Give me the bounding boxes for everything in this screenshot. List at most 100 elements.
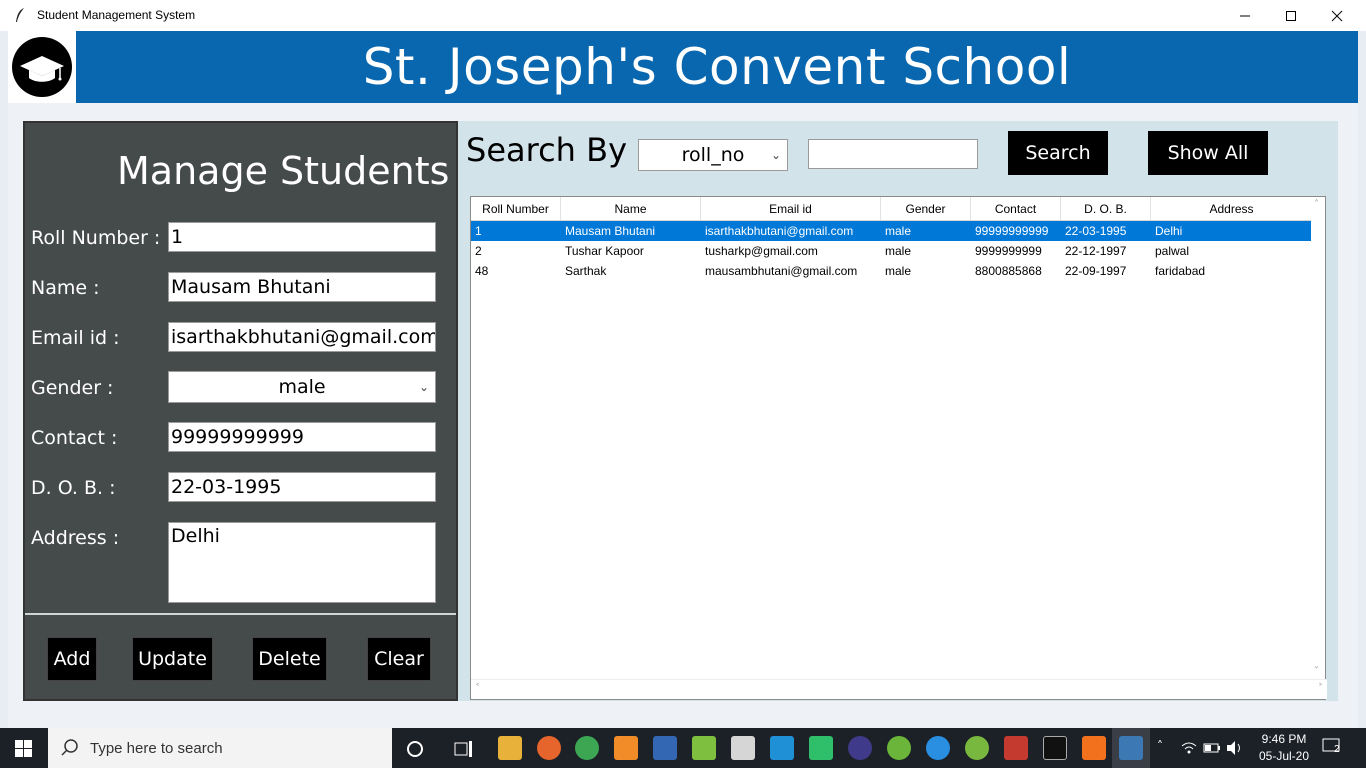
delete-button[interactable]: Delete xyxy=(252,637,327,681)
table-row[interactable]: 48 Sarthak mausambhutani@gmail.com male … xyxy=(471,261,1313,281)
app-icon[interactable] xyxy=(1004,736,1028,760)
battery-icon[interactable] xyxy=(1203,742,1221,754)
minimize-icon xyxy=(1240,15,1250,16)
contact-input[interactable]: 99999999999 xyxy=(168,422,436,452)
scroll-right-icon[interactable]: ˃ xyxy=(1318,683,1323,694)
feather-icon xyxy=(16,8,24,22)
taskbar-search[interactable]: Type here to search xyxy=(48,728,392,768)
cell-contact: 9999999999 xyxy=(975,244,1042,258)
name-input[interactable]: Mausam Bhutani xyxy=(168,272,436,302)
address-textarea[interactable]: Delhi xyxy=(168,522,436,603)
eclipse-icon[interactable] xyxy=(848,736,872,760)
update-button[interactable]: Update xyxy=(132,637,213,681)
cell-name: Tushar Kapoor xyxy=(565,244,644,258)
search-by-select[interactable]: roll_no ⌄ xyxy=(638,139,788,171)
table-header: Roll Number Name Email id Gender Contact… xyxy=(471,197,1313,221)
column-header-name[interactable]: Name xyxy=(561,197,701,220)
clock-time: 9:46 PM xyxy=(1261,732,1307,746)
horizontal-scrollbar[interactable]: ˂ ˃ xyxy=(471,679,1327,699)
close-button[interactable] xyxy=(1314,0,1360,31)
cortana-icon[interactable] xyxy=(406,740,424,758)
windows-start-icon[interactable] xyxy=(15,740,32,757)
students-table[interactable]: Roll Number Name Email id Gender Contact… xyxy=(470,196,1327,700)
column-header-contact[interactable]: Contact xyxy=(971,197,1061,220)
gender-label: Gender : xyxy=(31,377,114,399)
cell-dob: 22-03-1995 xyxy=(1065,224,1127,238)
column-header-email[interactable]: Email id xyxy=(701,197,881,220)
cell-gender: male xyxy=(885,244,912,258)
sublime-icon[interactable] xyxy=(614,736,638,760)
roll-number-label: Roll Number : xyxy=(31,227,161,249)
utorrent-icon[interactable] xyxy=(965,736,989,760)
chevron-down-icon: ⌄ xyxy=(418,380,429,394)
notification-count: 2 xyxy=(1334,744,1340,755)
column-header-gender[interactable]: Gender xyxy=(881,197,971,220)
terminal-icon[interactable] xyxy=(1043,736,1067,760)
gender-select[interactable]: male ⌄ xyxy=(168,371,436,403)
school-logo xyxy=(8,31,76,103)
notepad-icon[interactable] xyxy=(692,736,716,760)
cell-dob: 22-12-1997 xyxy=(1065,244,1127,258)
scroll-down-icon[interactable]: ˅ xyxy=(1314,666,1319,677)
chevron-up-icon[interactable]: ˄ xyxy=(1157,739,1163,753)
graduation-cap-icon xyxy=(12,37,72,97)
wifi-icon[interactable] xyxy=(1181,741,1197,755)
scroll-up-icon[interactable]: ˄ xyxy=(1314,199,1319,210)
cell-gender: male xyxy=(885,264,912,278)
python-idle-icon[interactable] xyxy=(731,736,755,760)
python-icon[interactable] xyxy=(1119,736,1143,760)
chevron-down-icon: ⌄ xyxy=(770,148,781,162)
search-placeholder: Type here to search xyxy=(90,739,223,757)
sync-icon[interactable] xyxy=(926,736,950,760)
cell-name: Mausam Bhutani xyxy=(565,224,656,238)
column-header-dob[interactable]: D. O. B. xyxy=(1061,197,1151,220)
name-label: Name : xyxy=(31,277,100,299)
search-button[interactable]: Search xyxy=(1008,131,1108,175)
dob-label: D. O. B. : xyxy=(31,477,116,499)
xampp-icon[interactable] xyxy=(1082,736,1106,760)
devcpp-icon[interactable] xyxy=(653,736,677,760)
search-input[interactable] xyxy=(808,139,978,169)
dob-input[interactable]: 22-03-1995 xyxy=(168,472,436,502)
add-button[interactable]: Add xyxy=(47,637,97,681)
close-icon xyxy=(1331,10,1343,21)
active-app-highlight xyxy=(1112,728,1150,768)
manage-title: Manage Students xyxy=(117,149,450,193)
file-explorer-icon[interactable] xyxy=(498,736,522,760)
roll-number-input[interactable]: 1 xyxy=(168,222,436,252)
cell-email: mausambhutani@gmail.com xyxy=(705,264,858,278)
notification-center[interactable]: 2 xyxy=(1322,738,1346,758)
email-input[interactable]: isarthakbhutani@gmail.com xyxy=(168,322,436,352)
cell-roll: 1 xyxy=(475,224,482,238)
task-view-icon[interactable] xyxy=(454,740,474,758)
window-titlebar: Student Management System xyxy=(0,0,1366,31)
button-frame: Add Update Delete Clear xyxy=(25,613,456,699)
details-panel: Search By : roll_no ⌄ Search Show All Ro… xyxy=(458,121,1338,701)
column-header-address[interactable]: Address xyxy=(1151,197,1313,220)
firefox-icon[interactable] xyxy=(537,736,561,760)
table-row[interactable]: 2 Tushar Kapoor tusharkp@gmail.com male … xyxy=(471,241,1313,261)
show-all-button[interactable]: Show All xyxy=(1148,131,1268,175)
clear-button[interactable]: Clear xyxy=(367,637,431,681)
vertical-scrollbar[interactable]: ˄ ˅ xyxy=(1311,197,1325,679)
cell-email: tusharkp@gmail.com xyxy=(705,244,818,258)
school-title: St. Joseph's Convent School xyxy=(362,38,1072,96)
minimize-button[interactable] xyxy=(1222,0,1268,31)
table-row[interactable]: 1 Mausam Bhutani isarthakbhutani@gmail.c… xyxy=(471,221,1313,241)
maximize-button[interactable] xyxy=(1268,0,1314,31)
column-header-roll[interactable]: Roll Number xyxy=(471,197,561,220)
maximize-icon xyxy=(1286,10,1296,21)
volume-icon[interactable] xyxy=(1226,740,1244,756)
taskbar-clock[interactable]: 9:46 PM 05-Jul-20 xyxy=(1252,731,1316,765)
address-label: Address : xyxy=(31,527,120,549)
contact-label: Contact : xyxy=(31,427,118,449)
header-banner: St. Joseph's Convent School xyxy=(76,31,1358,103)
android-studio-icon[interactable] xyxy=(887,736,911,760)
search-by-value: roll_no xyxy=(681,144,745,166)
scroll-left-icon[interactable]: ˂ xyxy=(475,683,480,694)
pycharm-icon[interactable] xyxy=(809,736,833,760)
cell-email: isarthakbhutani@gmail.com xyxy=(705,224,854,238)
vscode-icon[interactable] xyxy=(770,736,794,760)
cell-name: Sarthak xyxy=(565,264,607,278)
chrome-icon[interactable] xyxy=(575,736,599,760)
